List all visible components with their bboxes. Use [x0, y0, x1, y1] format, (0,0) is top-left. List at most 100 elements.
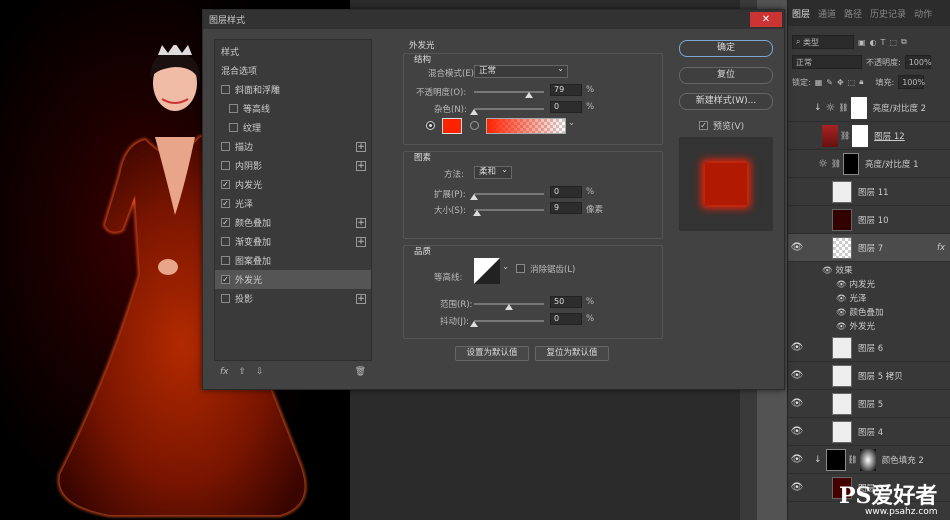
- layer-filter-select[interactable]: ⌕ 类型: [792, 35, 854, 49]
- eye-icon[interactable]: 👁︎: [788, 242, 806, 253]
- size-input[interactable]: 9: [550, 202, 582, 214]
- lock-artboard-icon[interactable]: ⬚: [848, 78, 856, 87]
- blend-mode-select[interactable]: 正常: [474, 63, 568, 78]
- opacity-input[interactable]: 79: [550, 84, 582, 96]
- layer-row-selected[interactable]: 👁︎ 图层 7 fx: [788, 234, 950, 262]
- fx-icon[interactable]: fx: [937, 243, 945, 253]
- style-list-item-pattern-overlay[interactable]: 图案叠加: [215, 251, 371, 270]
- style-list-item-styles[interactable]: 样式: [215, 42, 371, 61]
- layer-row[interactable]: 图层 11: [788, 178, 950, 206]
- eye-icon[interactable]: 👁︎: [836, 308, 847, 318]
- contour-picker[interactable]: [474, 258, 500, 284]
- layer-row[interactable]: 👁︎ ↓ ⛓ 颜色填充 2: [788, 446, 950, 474]
- add-icon[interactable]: +: [356, 160, 366, 171]
- lock-paint-icon[interactable]: ✎: [826, 78, 833, 87]
- range-slider-knob[interactable]: [505, 304, 513, 310]
- add-icon[interactable]: +: [356, 141, 366, 152]
- effect-item[interactable]: 👁︎ 光泽: [836, 292, 867, 306]
- add-icon[interactable]: +: [356, 293, 366, 304]
- close-icon[interactable]: ✕: [750, 12, 782, 27]
- glow-gradient-picker[interactable]: [486, 118, 566, 134]
- checkbox[interactable]: [229, 104, 238, 113]
- style-list-item-blending-options[interactable]: 混合选项: [215, 61, 371, 80]
- move-down-icon[interactable]: ⇩: [256, 367, 264, 377]
- checkbox-checked[interactable]: ✓: [221, 275, 230, 284]
- glow-color-swatch[interactable]: [442, 118, 462, 134]
- eye-icon[interactable]: 👁︎: [836, 322, 847, 332]
- layer-row[interactable]: 👁︎ 图层 5: [788, 390, 950, 418]
- size-slider[interactable]: [474, 209, 544, 211]
- style-list-item-gradient-overlay[interactable]: 渐变叠加 +: [215, 232, 371, 251]
- style-list-item-bevel-emboss[interactable]: 斜面和浮雕: [215, 80, 371, 99]
- checkbox-checked[interactable]: ✓: [221, 218, 230, 227]
- layer-row[interactable]: ⛓ 图层 12: [788, 122, 950, 150]
- checkbox[interactable]: [221, 237, 230, 246]
- checkbox-checked[interactable]: ✓: [221, 180, 230, 189]
- layer-opacity-input[interactable]: 100%: [904, 55, 932, 69]
- jitter-input[interactable]: 0: [550, 313, 582, 325]
- checkbox-checked[interactable]: ✓: [221, 199, 230, 208]
- fill-input[interactable]: 100%: [898, 75, 925, 89]
- layer-row[interactable]: ↓ ☼ ⛓ 亮度/对比度 2: [788, 94, 950, 122]
- noise-slider[interactable]: [474, 108, 544, 110]
- style-list-item-outer-glow[interactable]: ✓ 外发光: [215, 270, 371, 289]
- style-list-item-stroke[interactable]: 描边 +: [215, 137, 371, 156]
- style-list-item-contour[interactable]: 等高线: [215, 99, 371, 118]
- style-list-item-inner-shadow[interactable]: 内阴影 +: [215, 156, 371, 175]
- move-up-icon[interactable]: ⇧: [239, 367, 247, 377]
- layer-row[interactable]: 图层 10: [788, 206, 950, 234]
- filter-shape-icon[interactable]: ⬚: [889, 38, 897, 47]
- jitter-slider[interactable]: [474, 320, 544, 322]
- effect-item[interactable]: 👁︎ 内发光: [836, 278, 875, 292]
- eye-icon[interactable]: 👁︎: [836, 294, 847, 304]
- filter-adjust-icon[interactable]: ◐: [870, 38, 877, 47]
- style-list-item-inner-glow[interactable]: ✓ 内发光: [215, 175, 371, 194]
- checkbox[interactable]: [221, 85, 230, 94]
- range-input[interactable]: 50: [550, 296, 582, 308]
- lock-transparent-icon[interactable]: ▦: [815, 78, 823, 87]
- opacity-slider-knob[interactable]: [525, 92, 534, 98]
- effect-item[interactable]: 👁︎ 颜色叠加: [836, 306, 884, 320]
- effect-item[interactable]: 👁︎ 外发光: [836, 320, 875, 334]
- new-style-button[interactable]: 新建样式(W)...: [679, 93, 773, 110]
- method-select[interactable]: 柔和: [474, 164, 512, 179]
- checkbox[interactable]: [221, 256, 230, 265]
- filter-smart-icon[interactable]: ⧉: [901, 37, 907, 47]
- filter-pixel-icon[interactable]: ▣: [858, 38, 866, 47]
- tab-actions[interactable]: 动作: [914, 7, 932, 20]
- effects-group[interactable]: 👁︎ 效果: [822, 264, 853, 278]
- dialog-titlebar[interactable]: 图层样式: [203, 10, 784, 29]
- trash-icon[interactable]: 🗑︎: [355, 367, 366, 377]
- jitter-slider-knob[interactable]: [470, 321, 478, 327]
- eye-icon[interactable]: 👁︎: [788, 454, 806, 465]
- style-list-item-satin[interactable]: ✓ 光泽: [215, 194, 371, 213]
- layer-row[interactable]: ☼ ⛓ 亮度/对比度 1: [788, 150, 950, 178]
- checkbox[interactable]: [221, 142, 230, 151]
- spread-slider-knob[interactable]: [470, 194, 478, 200]
- reset-default-button[interactable]: 复位为默认值: [535, 346, 609, 361]
- ok-button[interactable]: 确定: [679, 40, 773, 57]
- size-slider-knob[interactable]: [472, 210, 481, 216]
- layer-blend-mode-select[interactable]: 正常: [792, 55, 862, 69]
- eye-icon[interactable]: 👁︎: [822, 266, 833, 276]
- eye-icon[interactable]: 👁︎: [788, 482, 806, 493]
- tab-paths[interactable]: 路径: [844, 7, 862, 20]
- gradient-dropdown-icon[interactable]: ⌄: [568, 118, 575, 128]
- eye-icon[interactable]: 👁︎: [788, 426, 806, 437]
- add-icon[interactable]: +: [356, 217, 366, 228]
- eye-icon[interactable]: 👁︎: [788, 370, 806, 381]
- tab-layers[interactable]: 图层: [792, 7, 810, 20]
- checkbox[interactable]: [221, 294, 230, 303]
- noise-input[interactable]: 0: [550, 101, 582, 113]
- checkbox[interactable]: [229, 123, 238, 132]
- set-default-button[interactable]: 设置为默认值: [455, 346, 529, 361]
- layer-row[interactable]: 👁︎ 图层 4: [788, 418, 950, 446]
- opacity-slider[interactable]: [474, 91, 544, 93]
- lock-all-icon[interactable]: 🔒︎: [859, 77, 863, 87]
- add-icon[interactable]: +: [356, 236, 366, 247]
- spread-slider[interactable]: [474, 193, 544, 195]
- style-list-item-texture[interactable]: 纹理: [215, 118, 371, 137]
- reset-button[interactable]: 复位: [679, 67, 773, 84]
- layer-row[interactable]: 👁︎ 图层 6: [788, 334, 950, 362]
- spread-input[interactable]: 0: [550, 186, 582, 198]
